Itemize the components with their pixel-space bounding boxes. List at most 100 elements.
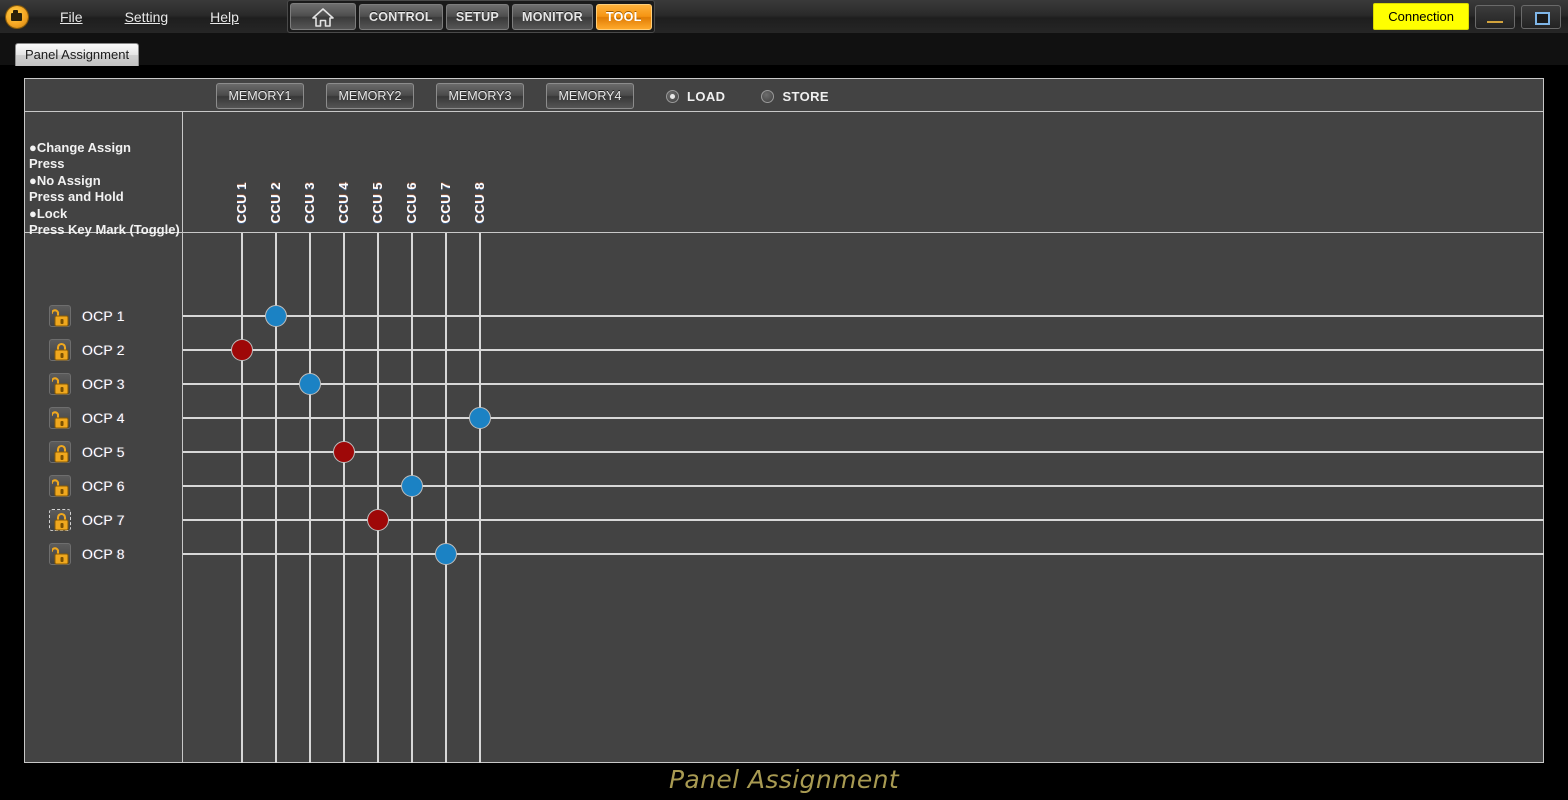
grid-column-line-ccu-5 — [377, 233, 379, 763]
unlock-icon[interactable] — [49, 543, 71, 565]
radio-load[interactable]: LOAD — [666, 89, 725, 104]
grid-row-line-ocp-8 — [183, 553, 1544, 555]
ocp-row-label: OCP 5 — [82, 444, 125, 460]
assignment-dot-ocp8-ccu7[interactable] — [435, 543, 457, 565]
ocp-row-6[interactable]: OCP 6 — [49, 472, 125, 500]
memory1-button[interactable]: MEMORY1 — [216, 83, 304, 109]
radio-store[interactable]: STORE — [761, 89, 829, 104]
column-header-ccu-2: CCU 2 — [268, 182, 283, 224]
grid-column-line-ccu-3 — [309, 233, 311, 763]
grid-row-line-ocp-5 — [183, 451, 1544, 453]
tab-panel-assignment[interactable]: Panel Assignment — [15, 43, 140, 66]
menu-item-file-label: File — [60, 8, 83, 25]
nav-home-button[interactable] — [289, 3, 356, 30]
nav-setup-button[interactable]: SETUP — [445, 3, 510, 30]
ocp-row-1[interactable]: OCP 1 — [49, 302, 125, 330]
assignment-dot-ocp4-ccu8[interactable] — [469, 407, 491, 429]
assignment-dot-ocp5-ccu4[interactable] — [333, 441, 355, 463]
ocp-row-label: OCP 2 — [82, 342, 125, 358]
unlock-icon[interactable] — [49, 305, 71, 327]
grid-row-line-ocp-4 — [183, 417, 1544, 419]
ocp-row-label: OCP 6 — [82, 478, 125, 494]
ocp-row-2[interactable]: OCP 2 — [49, 336, 125, 364]
footer-page-title: Panel Assignment — [668, 765, 900, 794]
minimize-icon — [1487, 20, 1503, 23]
unlock-icon[interactable] — [49, 475, 71, 497]
maximize-icon — [1535, 11, 1550, 25]
memory-toolbar: MEMORY1 MEMORY2 MEMORY3 MEMORY4 LOAD STO… — [25, 79, 1543, 112]
menu-item-help[interactable]: Help — [200, 6, 249, 28]
maximize-button[interactable] — [1521, 4, 1561, 29]
ocp-row-7[interactable]: OCP 7 — [49, 506, 125, 534]
column-header-ccu-1: CCU 1 — [234, 182, 249, 224]
ocp-row-label: OCP 7 — [82, 512, 125, 528]
assignment-dot-ocp7-ccu5[interactable] — [367, 509, 389, 531]
connection-button[interactable]: Connection — [1373, 3, 1469, 30]
grid-row-line-ocp-6 — [183, 485, 1544, 487]
column-header-ccu-5: CCU 5 — [370, 182, 385, 224]
grid-column-line-ccu-1 — [241, 233, 243, 763]
menu-item-file[interactable]: File — [50, 6, 93, 28]
memory4-button[interactable]: MEMORY4 — [546, 83, 634, 109]
nav-control-label: CONTROL — [368, 9, 433, 24]
ocp-row-3[interactable]: OCP 3 — [49, 370, 125, 398]
ocp-row-label: OCP 4 — [82, 410, 125, 426]
nav-monitor-label: MONITOR — [522, 9, 583, 24]
nav-tool-button[interactable]: TOOL — [595, 3, 652, 30]
memory2-button[interactable]: MEMORY2 — [326, 83, 414, 109]
tab-bar: Panel Assignment — [0, 33, 1568, 66]
assignment-dot-ocp2-ccu1[interactable] — [231, 339, 253, 361]
home-icon — [311, 7, 335, 28]
assignment-grid[interactable] — [183, 233, 1544, 763]
menu-item-setting[interactable]: Setting — [115, 6, 179, 28]
column-header-ccu-3: CCU 3 — [302, 182, 317, 224]
column-header-ccu-7: CCU 7 — [438, 182, 453, 224]
ocp-row-label: OCP 8 — [82, 546, 125, 562]
grid-row-line-ocp-2 — [183, 349, 1544, 351]
grid-column-line-ccu-7 — [445, 233, 447, 763]
radio-store-label: STORE — [782, 88, 829, 104]
window-controls: Connection — [1373, 3, 1568, 30]
legend-box: ●Change Assign Press ●No Assign Press an… — [25, 112, 182, 237]
camera-logo-icon — [6, 5, 28, 28]
assignment-dot-ocp3-ccu3[interactable] — [299, 373, 321, 395]
unlock-icon[interactable] — [49, 407, 71, 429]
memory3-button[interactable]: MEMORY3 — [436, 83, 524, 109]
ocp-row-label: OCP 3 — [82, 376, 125, 392]
panel-assignment-panel: MEMORY1 MEMORY2 MEMORY3 MEMORY4 LOAD STO… — [24, 78, 1544, 763]
lock-icon[interactable] — [49, 339, 71, 361]
legend-text: ●Change Assign Press ●No Assign Press an… — [29, 140, 180, 238]
menu-item-help-label: Help — [210, 8, 239, 25]
grid-row-line-ocp-3 — [183, 383, 1544, 385]
radio-store-indicator — [761, 89, 775, 103]
nav-setup-label: SETUP — [455, 9, 500, 24]
nav-button-group: CONTROL SETUP MONITOR TOOL — [286, 0, 655, 33]
assignment-dot-ocp6-ccu6[interactable] — [401, 475, 423, 497]
unlock-icon[interactable] — [49, 373, 71, 395]
application-window: File Setting Help CONTROL SETUP MONITOR … — [0, 0, 1568, 800]
column-header-ccu-4: CCU 4 — [336, 182, 351, 224]
grid-column-line-ccu-8 — [479, 233, 481, 763]
ocp-row-5[interactable]: OCP 5 — [49, 438, 125, 466]
menu-item-setting-label: Setting — [124, 8, 169, 25]
lock-icon[interactable] — [49, 441, 71, 463]
lock-icon[interactable] — [49, 509, 71, 531]
ocp-row-label: OCP 1 — [82, 308, 125, 324]
nav-monitor-button[interactable]: MONITOR — [512, 3, 593, 30]
column-header-strip: CCU 1 CCU 2 CCU 3 CCU 4 CCU 5 CCU 6 CCU 7 CCU 8 — [183, 112, 1544, 233]
grid-column-line-ccu-6 — [411, 233, 413, 763]
ocp-row-label-list: OCP 1 OCP 2 OCP 3 OCP 4 OCP 5 OCP 6 OCP 7 OCP 8 — [25, 233, 182, 763]
minimize-button[interactable] — [1475, 4, 1515, 29]
nav-tool-label: TOOL — [605, 9, 642, 24]
radio-load-label: LOAD — [687, 88, 726, 104]
ocp-row-8[interactable]: OCP 8 — [49, 540, 125, 568]
nav-control-button[interactable]: CONTROL — [358, 3, 443, 30]
column-header-ccu-6: CCU 6 — [404, 182, 419, 224]
assignment-dot-ocp1-ccu2[interactable] — [265, 305, 287, 327]
grid-row-line-ocp-1 — [183, 315, 1544, 317]
ocp-row-4[interactable]: OCP 4 — [49, 404, 125, 432]
radio-load-indicator — [666, 89, 679, 103]
top-menu-bar: File Setting Help CONTROL SETUP MONITOR … — [0, 0, 1568, 34]
grid-column-line-ccu-4 — [343, 233, 345, 763]
column-header-ccu-8: CCU 8 — [472, 182, 487, 224]
